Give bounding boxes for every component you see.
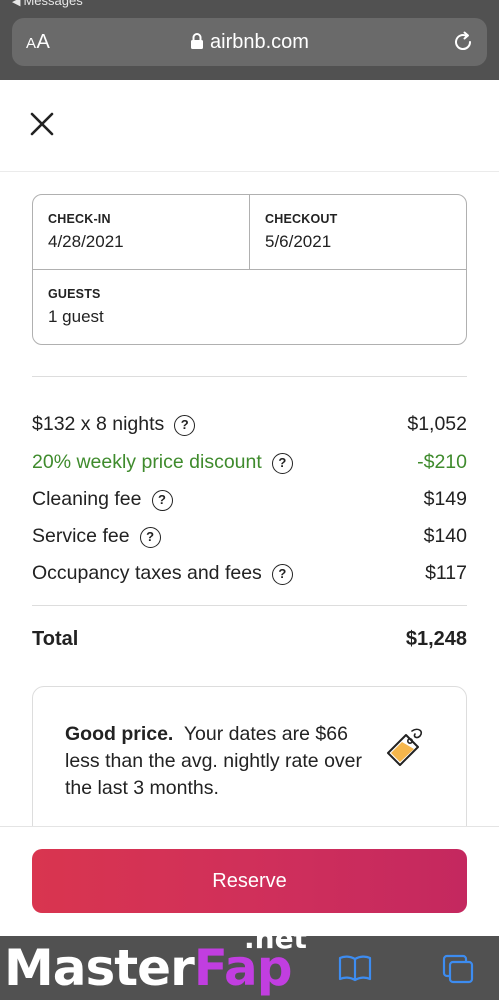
reserve-button[interactable]: Reserve [32, 849, 467, 913]
lock-icon [191, 33, 204, 49]
guests-label: GUESTS [48, 287, 101, 301]
price-amount: $1,052 [407, 413, 467, 435]
total-row: Total $1,248 [32, 624, 467, 654]
price-label: $132 x 8 nights [32, 413, 165, 435]
price-amount: -$210 [417, 451, 467, 473]
section-divider [32, 376, 467, 377]
checkout-field[interactable]: CHECKOUT 5/6/2021 [250, 195, 466, 270]
good-price-title: Good price. [65, 723, 174, 745]
checkout-value: 5/6/2021 [265, 232, 332, 251]
total-label: Total [32, 628, 79, 650]
tabs-icon[interactable] [442, 954, 474, 984]
back-to-app-link[interactable]: ◀ Messages [12, 0, 83, 9]
guests-value: 1 guest [48, 307, 104, 326]
price-label: Service fee [32, 525, 130, 547]
guests-field[interactable]: GUESTS 1 guest [33, 270, 466, 344]
close-icon[interactable] [28, 110, 56, 138]
good-price-card: Good price. Your dates are $66 less than… [32, 686, 467, 846]
reserve-footer: Reserve [0, 826, 499, 936]
watermark-suffix: .net [244, 922, 307, 955]
price-row-cleaning: Cleaning fee? $149 [32, 485, 467, 513]
question-circle-icon[interactable]: ? [139, 527, 161, 548]
price-row-nights: $132 x 8 nights? $1,052 [32, 410, 467, 438]
price-amount: $149 [423, 488, 467, 510]
question-circle-icon[interactable]: ? [271, 453, 293, 474]
price-amount: $140 [423, 525, 467, 547]
url-display[interactable]: airbnb.com [12, 30, 487, 54]
checkin-field[interactable]: CHECK-IN 4/28/2021 [33, 195, 250, 270]
modal-header [0, 80, 499, 172]
question-circle-icon[interactable]: ? [271, 564, 293, 585]
price-row-taxes: Occupancy taxes and fees? $117 [32, 559, 467, 587]
url-text: airbnb.com [210, 31, 309, 53]
price-label: Occupancy taxes and fees [32, 562, 262, 584]
back-chevron-icon: ◀ [12, 0, 21, 8]
price-label: Cleaning fee [32, 488, 142, 510]
address-bar[interactable]: AA airbnb.com [12, 18, 487, 66]
question-circle-icon[interactable]: ? [174, 415, 196, 436]
price-amount: $117 [425, 562, 467, 584]
total-amount: $1,248 [405, 628, 467, 650]
book-icon[interactable] [338, 954, 372, 982]
checkout-label: CHECKOUT [265, 212, 338, 226]
good-price-text: Good price. Your dates are $66 less than… [65, 721, 365, 802]
reload-icon[interactable] [451, 30, 475, 54]
price-tag-icon [387, 728, 423, 766]
price-row-discount: 20% weekly price discount? -$210 [32, 448, 467, 476]
price-row-service: Service fee? $140 [32, 522, 467, 550]
total-divider [32, 605, 467, 606]
checkin-value: 4/28/2021 [48, 232, 124, 251]
question-circle-icon[interactable]: ? [151, 490, 173, 511]
price-label: 20% weekly price discount [32, 451, 262, 473]
back-app-label: Messages [23, 0, 83, 8]
checkin-label: CHECK-IN [48, 212, 111, 226]
booking-details-box[interactable]: CHECK-IN 4/28/2021 CHECKOUT 5/6/2021 GUE… [32, 194, 467, 345]
browser-top-bar: ◀ Messages AA airbnb.com [0, 0, 499, 80]
